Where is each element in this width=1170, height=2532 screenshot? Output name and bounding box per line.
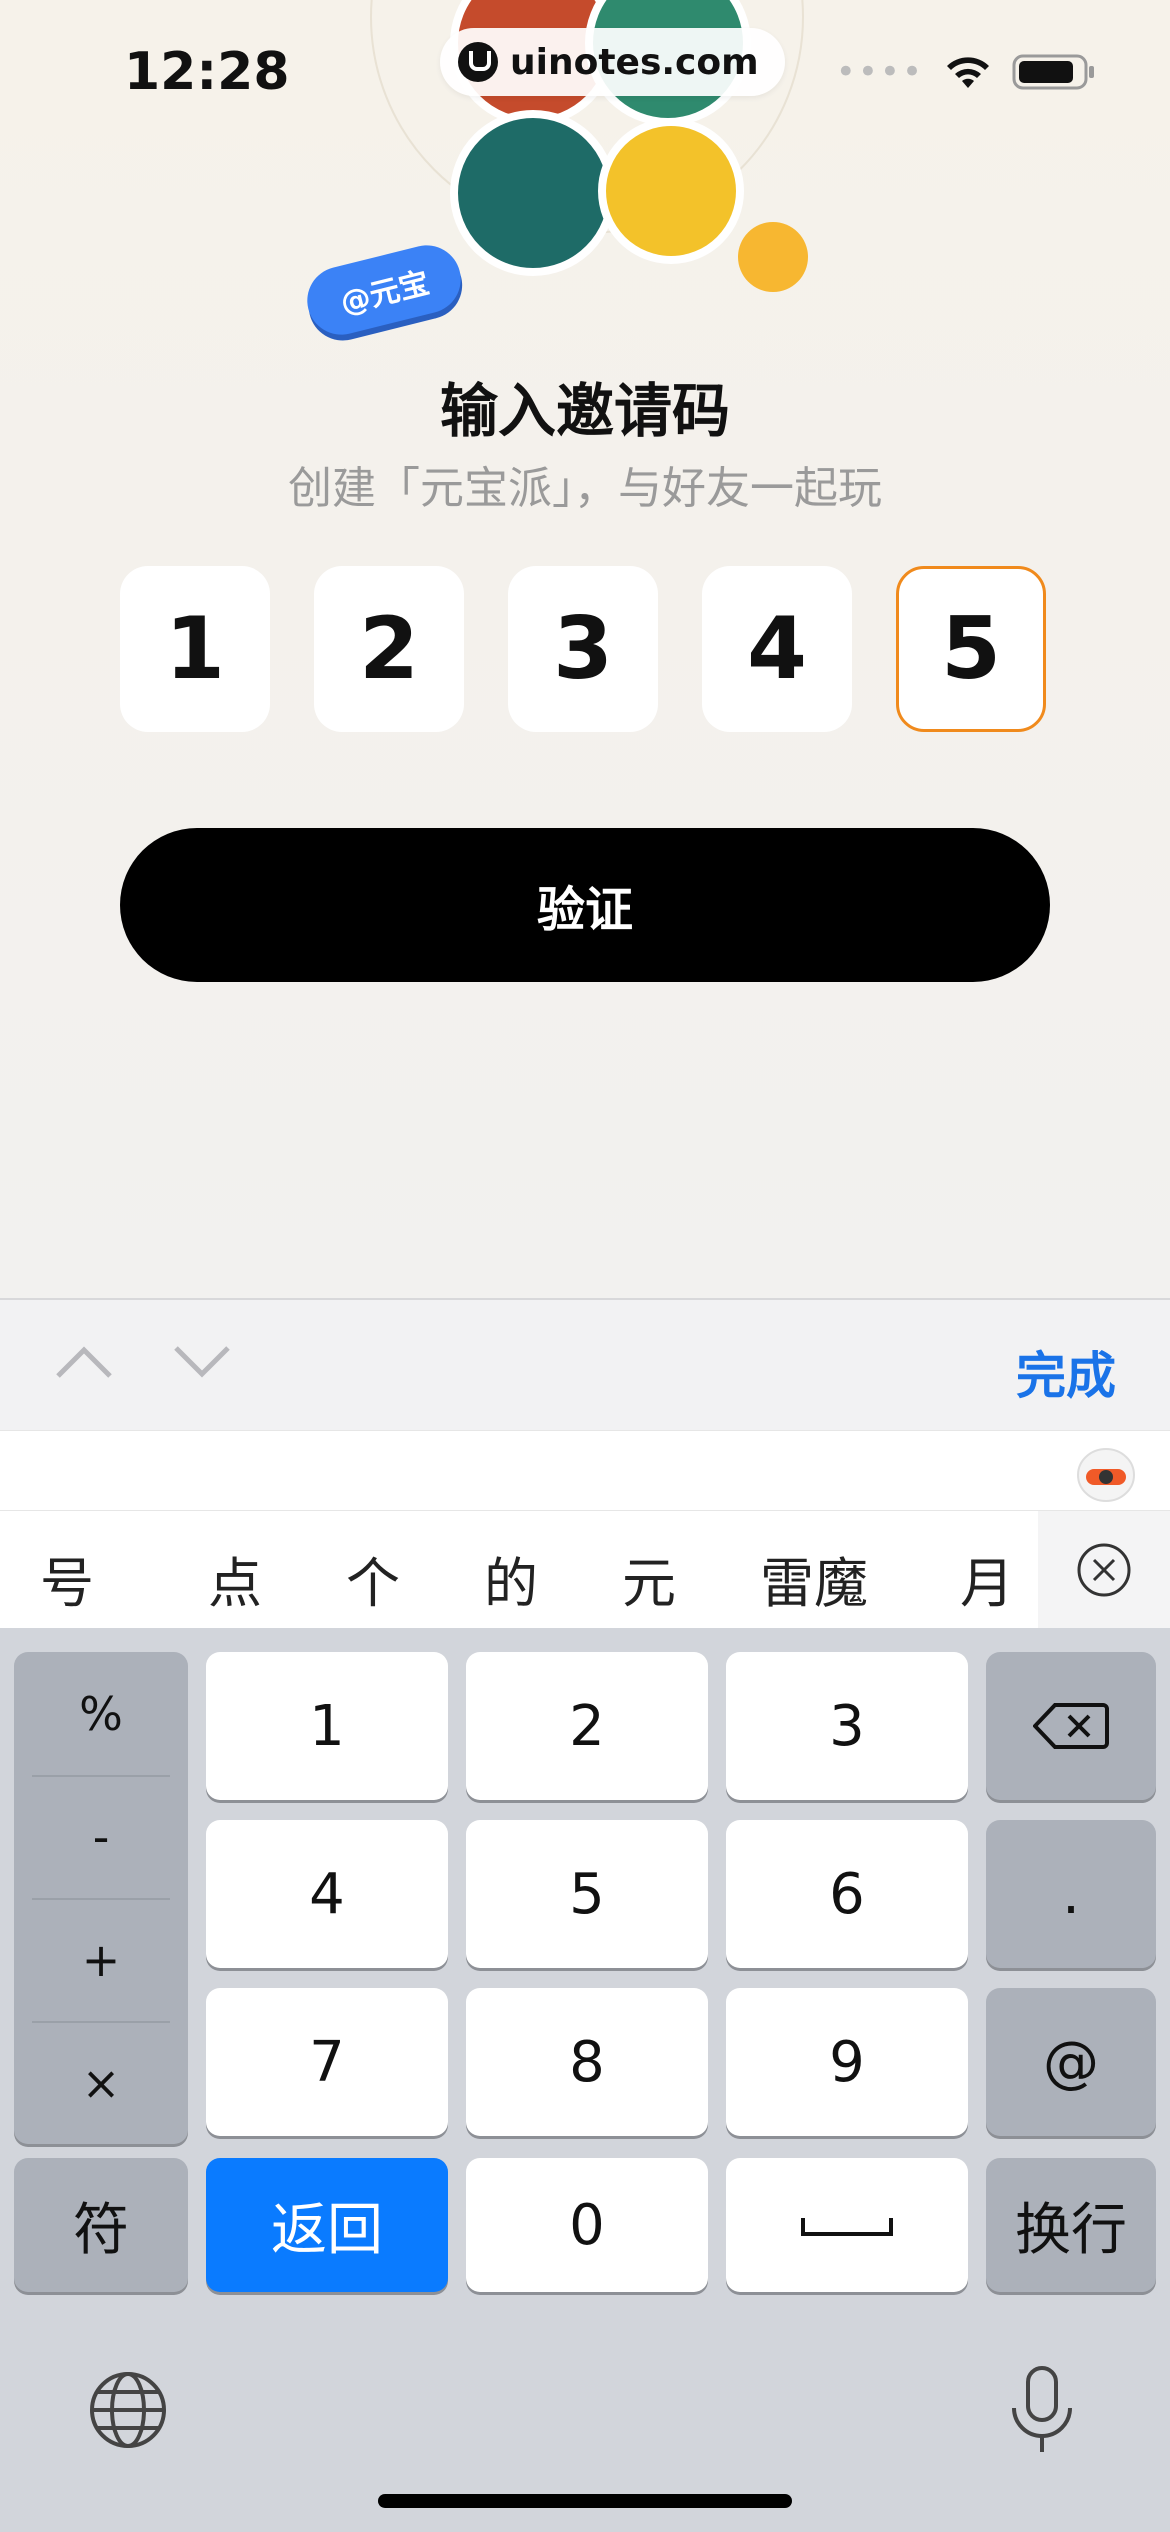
candidate-bar: 号 点 个 的 元 雷魔 月 <box>0 1510 1170 1629</box>
signal-icon: •••• <box>835 52 924 92</box>
keyboard-toolbar: 完成 <box>0 1298 1170 1432</box>
key-plus[interactable]: + <box>14 1898 188 2021</box>
code-digit-box-active[interactable]: 5 <box>896 566 1046 732</box>
key-times[interactable]: × <box>14 2021 188 2144</box>
key-2[interactable]: 2 <box>466 1652 708 1800</box>
emoji-icon <box>738 222 808 292</box>
chevron-up-icon[interactable] <box>52 1342 116 1382</box>
key-minus[interactable]: - <box>14 1775 188 1898</box>
wifi-icon <box>947 57 989 88</box>
uinotes-logo-icon <box>458 42 498 82</box>
key-percent[interactable]: % <box>14 1652 188 1775</box>
code-digit-box[interactable]: 4 <box>702 566 852 732</box>
chevron-down-icon[interactable] <box>170 1342 234 1382</box>
candidate-item[interactable]: 元 <box>622 1539 676 1618</box>
key-at[interactable]: @ <box>986 1988 1156 2136</box>
home-indicator[interactable] <box>378 2494 792 2508</box>
key-6[interactable]: 6 <box>726 1820 968 1968</box>
return-key[interactable]: 返回 <box>206 2158 448 2292</box>
invite-code-input[interactable]: 1 2 3 4 5 <box>120 566 1046 732</box>
verify-button[interactable]: 验证 <box>120 828 1050 982</box>
page-subtitle: 创建「元宝派」，与好友一起玩 <box>288 463 882 514</box>
ime-mascot-icon[interactable] <box>1074 1443 1138 1503</box>
candidate-item[interactable]: 点 <box>208 1539 262 1618</box>
code-digit-box[interactable]: 1 <box>120 566 270 732</box>
url-text: uinotes.com <box>510 41 759 83</box>
space-key[interactable] <box>726 2158 968 2292</box>
candidate-item[interactable]: 月 <box>960 1539 1014 1618</box>
key-4[interactable]: 4 <box>206 1820 448 1968</box>
key-period[interactable]: . <box>986 1820 1156 1968</box>
delete-key[interactable] <box>986 1652 1156 1800</box>
numeric-keyboard: % - + × 1 2 3 4 5 6 . 7 8 9 @ 符 返回 0 换行 <box>0 1628 1170 2532</box>
avatar <box>450 110 616 276</box>
code-digit-box[interactable]: 3 <box>508 566 658 732</box>
status-time: 12:28 <box>124 42 290 102</box>
battery-icon <box>1012 54 1094 90</box>
code-digit-box[interactable]: 2 <box>314 566 464 732</box>
avatar <box>598 118 744 264</box>
status-icons: •••• <box>836 52 1096 92</box>
url-pill[interactable]: uinotes.com <box>440 28 785 96</box>
backspace-icon <box>1033 1703 1109 1749</box>
key-9[interactable]: 9 <box>726 1988 968 2136</box>
candidate-item[interactable]: 个 <box>346 1539 400 1618</box>
candidate-close-button[interactable] <box>1038 1511 1170 1629</box>
close-circle-icon <box>1077 1543 1131 1597</box>
page-title: 输入邀请码 <box>439 377 730 445</box>
newline-key[interactable]: 换行 <box>986 2158 1156 2292</box>
candidate-item[interactable]: 雷魔 <box>760 1539 868 1618</box>
key-5[interactable]: 5 <box>466 1820 708 1968</box>
key-8[interactable]: 8 <box>466 1988 708 2136</box>
key-symbols[interactable]: 符 <box>14 2158 188 2292</box>
main-screen: @元宝 12:28 uinotes.com •••• 输入邀请码 创建「元宝派」… <box>0 0 1170 1298</box>
space-icon <box>801 2218 893 2236</box>
done-button[interactable]: 完成 <box>1016 1336 1116 1408</box>
yuanbao-tag: @元宝 <box>300 238 468 342</box>
key-7[interactable]: 7 <box>206 1988 448 2136</box>
ime-strip <box>0 1430 1170 1511</box>
candidate-item[interactable]: 号 <box>40 1539 94 1618</box>
candidate-item[interactable]: 的 <box>484 1539 538 1618</box>
symbol-column: % - + × <box>14 1652 188 2144</box>
key-3[interactable]: 3 <box>726 1652 968 1800</box>
key-1[interactable]: 1 <box>206 1652 448 1800</box>
key-0[interactable]: 0 <box>466 2158 708 2292</box>
microphone-icon[interactable] <box>1006 2364 1078 2456</box>
globe-icon[interactable] <box>86 2368 170 2452</box>
